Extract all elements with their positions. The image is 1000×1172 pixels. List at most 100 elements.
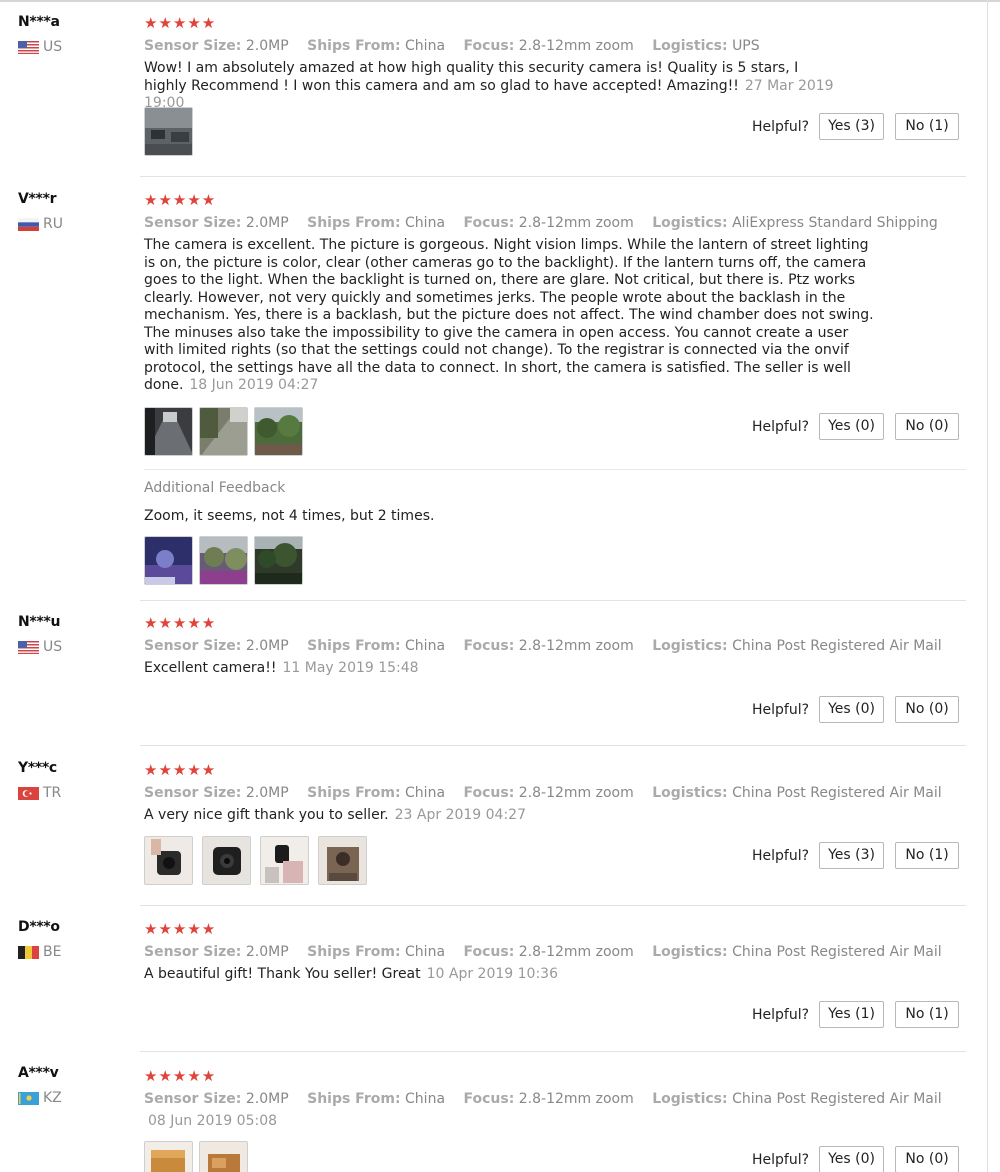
attr-value: UPS xyxy=(732,38,760,54)
review-photo[interactable] xyxy=(254,407,303,456)
reviewer-name: V***r xyxy=(18,191,57,207)
helpful-no-button[interactable]: No (1) xyxy=(895,1001,960,1028)
review-body: ★★★★★ Sensor Size: 2.0MP Ships From: Chi… xyxy=(144,761,964,825)
review-divider xyxy=(140,745,966,746)
country-code: TR xyxy=(43,785,62,801)
review-photo[interactable] xyxy=(199,536,248,585)
attr-label: Ships From: xyxy=(307,38,401,54)
helpful-label: Helpful? xyxy=(752,847,810,864)
attr-value: 2.8-12mm zoom xyxy=(518,944,634,960)
rating-stars: ★★★★★ xyxy=(144,1067,217,1085)
helpful-votes: Helpful? Yes (0) No (0) xyxy=(752,413,960,440)
helpful-no-button[interactable]: No (0) xyxy=(895,1146,960,1172)
attr-label: Logistics: xyxy=(652,38,728,54)
helpful-yes-button[interactable]: Yes (3) xyxy=(819,842,885,869)
helpful-yes-button[interactable]: Yes (1) xyxy=(819,1001,885,1028)
review-photo[interactable] xyxy=(260,836,309,885)
attr-value: 2.8-12mm zoom xyxy=(518,1091,634,1107)
attr-value: China xyxy=(405,785,446,801)
review-text: 08 Jun 2019 05:08 xyxy=(144,1113,874,1131)
helpful-no-button[interactable]: No (1) xyxy=(895,113,960,140)
kz-flag-icon xyxy=(18,1091,39,1105)
tr-flag-icon xyxy=(18,786,39,800)
helpful-label: Helpful? xyxy=(752,118,810,135)
attr-label: Logistics: xyxy=(652,1091,728,1107)
helpful-no-button[interactable]: No (1) xyxy=(895,842,960,869)
helpful-yes-button[interactable]: Yes (0) xyxy=(819,696,885,723)
reviewer-country: BE xyxy=(18,944,61,960)
additional-feedback-title: Additional Feedback xyxy=(144,480,286,496)
review-photo[interactable] xyxy=(144,107,193,156)
helpful-label: Helpful? xyxy=(752,418,810,435)
reviewer-info: D***o BE xyxy=(18,918,61,960)
rating-stars: ★★★★★ xyxy=(144,614,217,632)
helpful-no-button[interactable]: No (0) xyxy=(895,696,960,723)
reviewer-country: RU xyxy=(18,216,63,232)
helpful-yes-button[interactable]: Yes (0) xyxy=(819,1146,885,1172)
attr-value: 2.8-12mm zoom xyxy=(518,638,634,654)
helpful-votes: Helpful? Yes (0) No (0) xyxy=(752,696,960,723)
reviewer-name: Y***c xyxy=(18,760,57,776)
reviewer-name: A***v xyxy=(18,1065,59,1081)
country-code: KZ xyxy=(43,1090,62,1106)
review-body: ★★★★★ Sensor Size: 2.0MP Ships From: Chi… xyxy=(144,614,964,678)
review-photo[interactable] xyxy=(144,536,193,585)
review-date: 11 May 2019 15:48 xyxy=(282,660,419,676)
top-divider xyxy=(0,0,1000,2)
attr-label: Logistics: xyxy=(652,215,728,231)
review-photo[interactable] xyxy=(144,1141,193,1172)
review-text: Wow! I am absolutely amazed at how high … xyxy=(144,60,844,113)
attr-value: 2.8-12mm zoom xyxy=(518,215,634,231)
attr-label: Focus: xyxy=(463,215,515,231)
helpful-label: Helpful? xyxy=(752,1006,810,1023)
review-text-body: A very nice gift thank you to seller. xyxy=(144,807,389,823)
attr-label: Sensor Size: xyxy=(144,1091,242,1107)
product-attributes: Sensor Size: 2.0MP Ships From: China Foc… xyxy=(144,637,964,655)
reviewer-info: V***r RU xyxy=(18,190,63,232)
review-photo[interactable] xyxy=(199,1141,248,1172)
review-divider xyxy=(140,1051,966,1052)
review-photo[interactable] xyxy=(254,536,303,585)
country-code: US xyxy=(43,639,63,655)
review-body: ★★★★★ Sensor Size: 2.0MP Ships From: Chi… xyxy=(144,14,964,113)
review-photo[interactable] xyxy=(144,836,193,885)
helpful-votes: Helpful? Yes (1) No (1) xyxy=(752,1001,960,1028)
review-photo[interactable] xyxy=(144,407,193,456)
attr-label: Logistics: xyxy=(652,785,728,801)
reviewer-name: N***u xyxy=(18,614,61,630)
review-text: A beautiful gift! Thank You seller! Grea… xyxy=(144,966,874,984)
review-photo[interactable] xyxy=(199,407,248,456)
reviewer-name: D***o xyxy=(18,919,60,935)
helpful-no-button[interactable]: No (0) xyxy=(895,413,960,440)
review-body: ★★★★★ Sensor Size: 2.0MP Ships From: Chi… xyxy=(144,920,964,984)
attr-label: Sensor Size: xyxy=(144,944,242,960)
country-code: BE xyxy=(43,944,62,960)
helpful-yes-button[interactable]: Yes (3) xyxy=(819,113,885,140)
review-photo[interactable] xyxy=(318,836,367,885)
review-divider xyxy=(140,905,966,906)
product-attributes: Sensor Size: 2.0MP Ships From: China Foc… xyxy=(144,943,964,961)
attr-value: China xyxy=(405,215,446,231)
product-attributes: Sensor Size: 2.0MP Ships From: China Foc… xyxy=(144,214,964,232)
rating-stars: ★★★★★ xyxy=(144,920,217,938)
ru-flag-icon xyxy=(18,217,39,231)
additional-feedback-photos xyxy=(144,536,303,585)
attr-label: Focus: xyxy=(463,638,515,654)
helpful-yes-button[interactable]: Yes (0) xyxy=(819,413,885,440)
attr-value: 2.0MP xyxy=(245,638,289,654)
reviewer-country: US xyxy=(18,639,62,655)
review-body: ★★★★★ Sensor Size: 2.0MP Ships From: Chi… xyxy=(144,1067,964,1131)
attr-value: China Post Registered Air Mail xyxy=(732,1091,942,1107)
review-body: ★★★★★ Sensor Size: 2.0MP Ships From: Chi… xyxy=(144,191,964,395)
helpful-votes: Helpful? Yes (0) No (0) xyxy=(752,1146,960,1172)
attr-label: Sensor Size: xyxy=(144,785,242,801)
review-photos xyxy=(144,107,193,156)
review-photo[interactable] xyxy=(202,836,251,885)
attr-value: China xyxy=(405,944,446,960)
reviewer-country: US xyxy=(18,39,62,55)
review-text: Excellent camera!! 11 May 2019 15:48 xyxy=(144,660,874,678)
attr-label: Sensor Size: xyxy=(144,38,242,54)
helpful-label: Helpful? xyxy=(752,1151,810,1168)
review-text-body: Excellent camera!! xyxy=(144,660,277,676)
attr-value: AliExpress Standard Shipping xyxy=(732,215,938,231)
